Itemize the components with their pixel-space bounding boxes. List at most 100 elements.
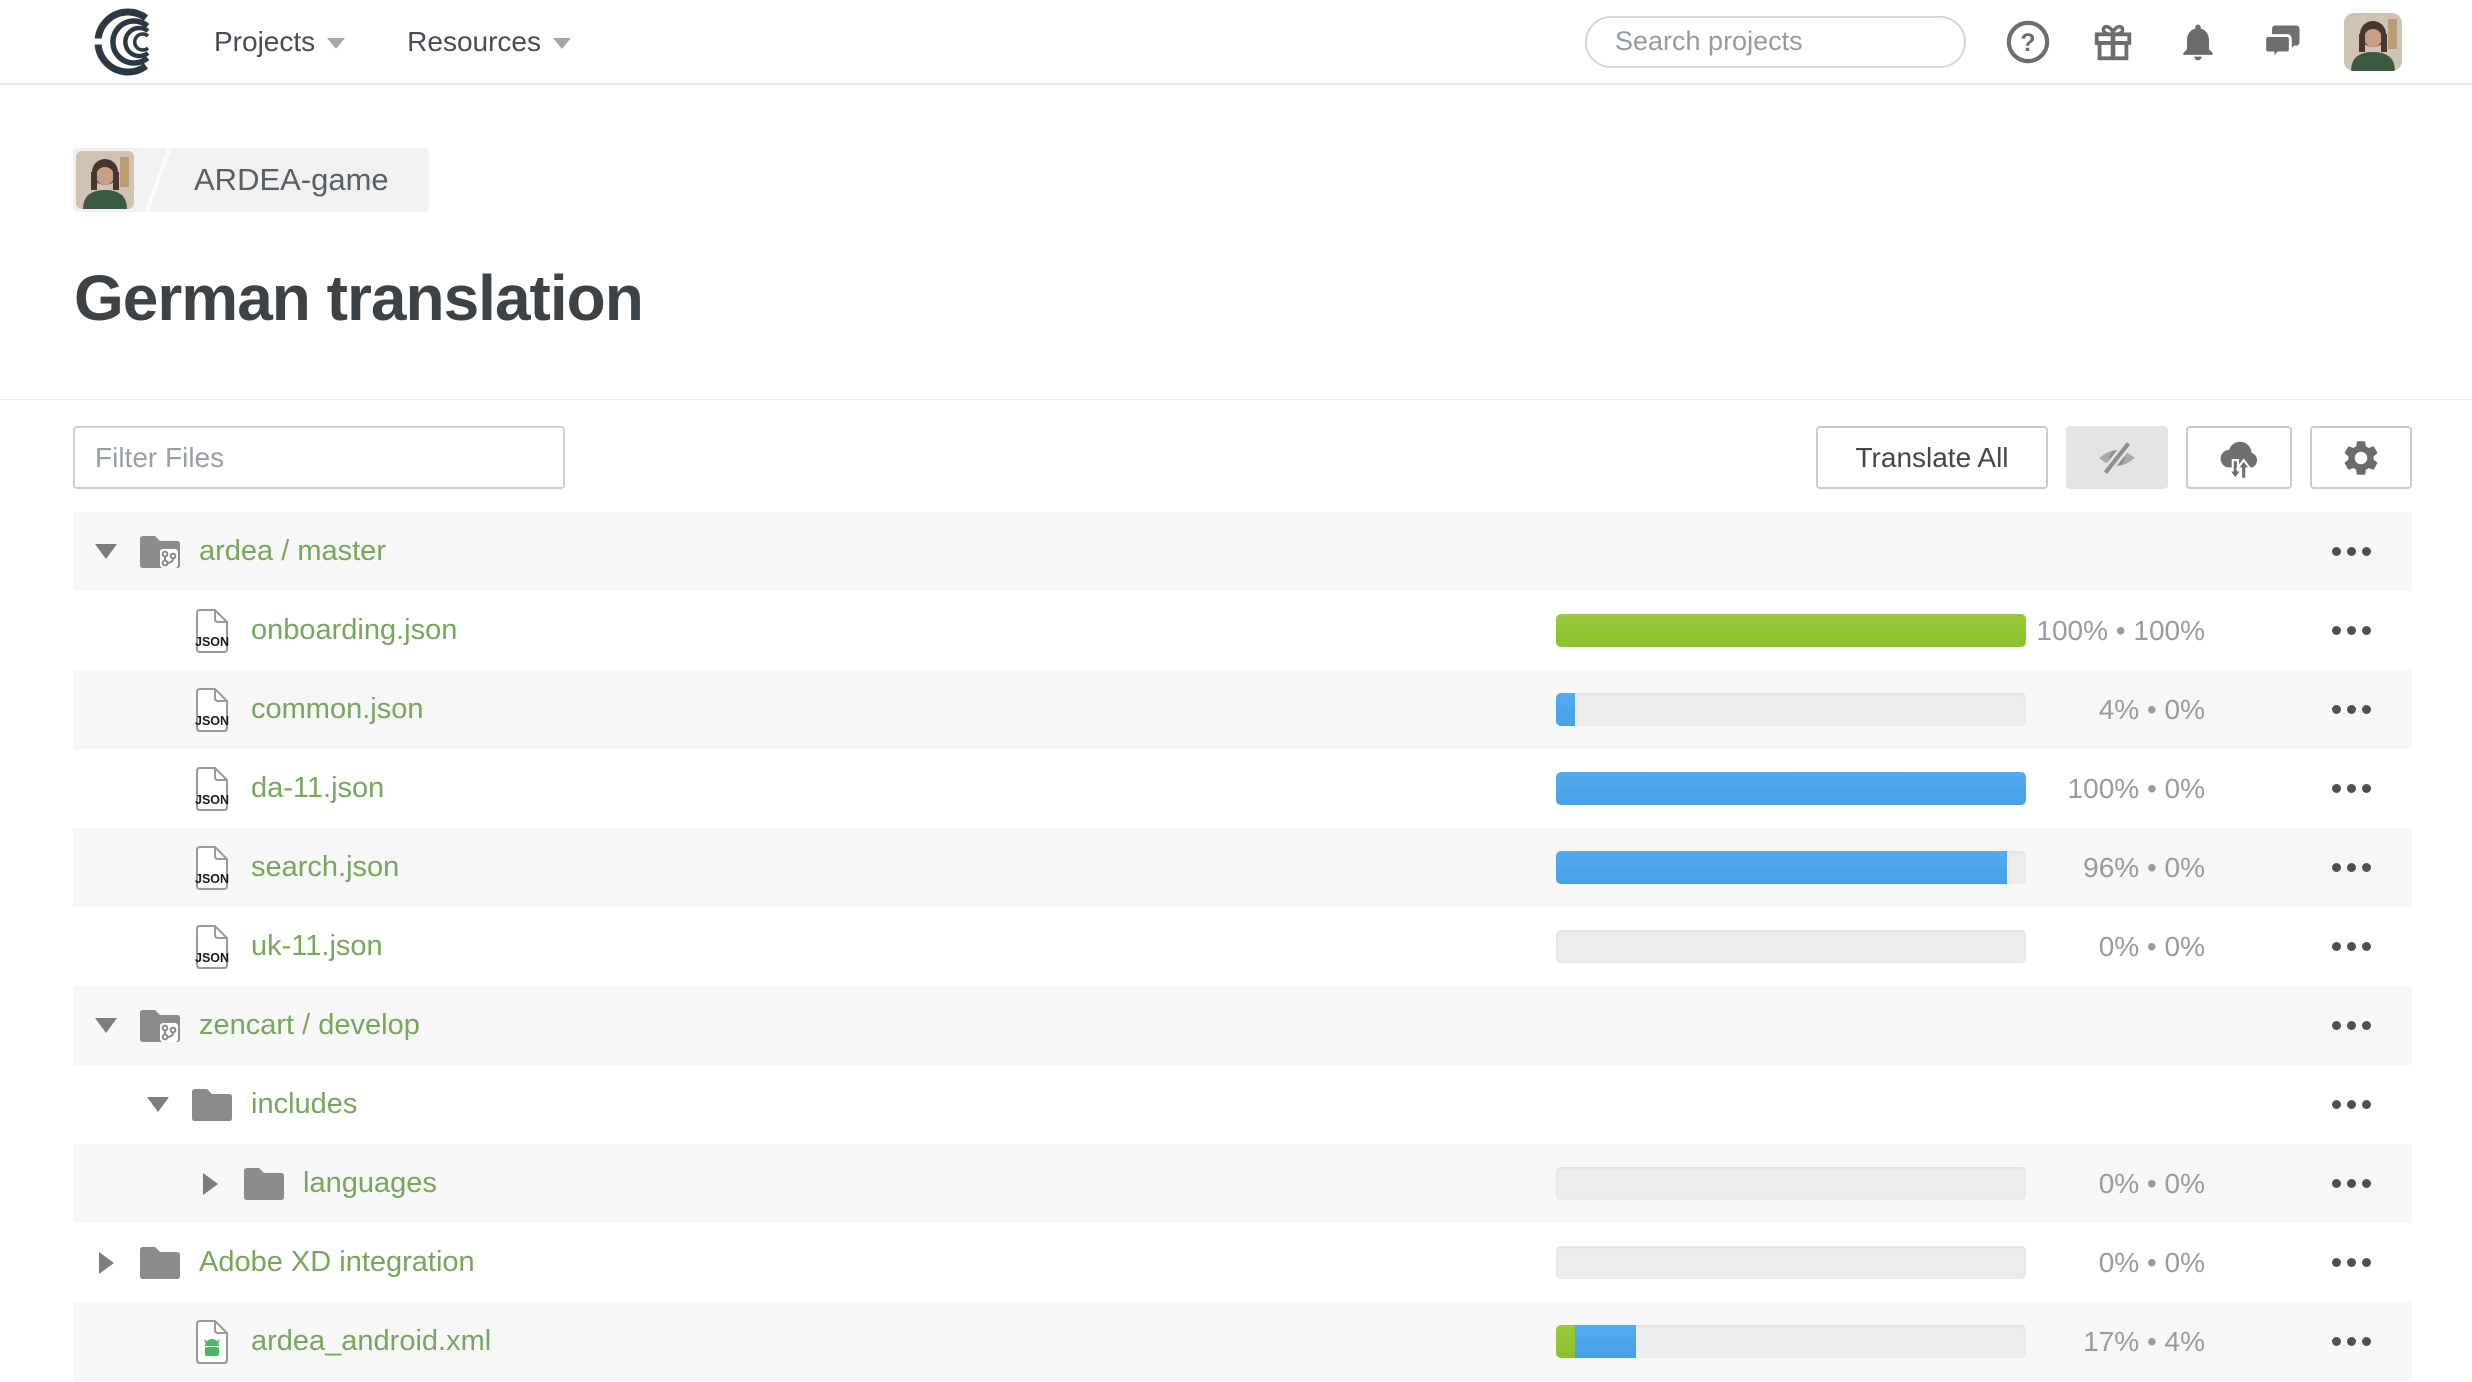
row-icon-slot: JSON <box>187 766 237 812</box>
breadcrumb-project-name: ARDEA-game <box>168 162 429 198</box>
row-name-link[interactable]: includes <box>251 1088 357 1121</box>
row-menu-button[interactable] <box>2332 1223 2371 1302</box>
file-row[interactable]: JSON da-11.json 100% • 0% <box>73 749 2412 828</box>
nav-projects-menu[interactable]: Projects <box>214 26 345 58</box>
row-menu-button[interactable] <box>2332 749 2371 828</box>
row-menu-button[interactable] <box>2332 1144 2371 1223</box>
branch-folder-icon <box>137 533 183 571</box>
messages-button[interactable] <box>2260 19 2306 65</box>
translate-all-button[interactable]: Translate All <box>1816 426 2048 489</box>
row-icon-slot: JSON <box>187 924 237 970</box>
caret-slot <box>95 544 117 559</box>
svg-text:JSON: JSON <box>195 872 229 886</box>
row-icon-slot <box>135 533 185 571</box>
progress-stats: 0% • 0% <box>2099 1223 2205 1302</box>
filter-files-input[interactable] <box>73 426 565 489</box>
settings-button[interactable] <box>2310 426 2412 489</box>
gear-icon <box>2340 437 2382 479</box>
row-name-link[interactable]: zencart / develop <box>199 1009 420 1042</box>
folder-row[interactable]: zencart / develop <box>73 986 2412 1065</box>
hide-completed-button[interactable] <box>2066 426 2168 489</box>
chevron-down-icon <box>327 38 345 49</box>
folder-row[interactable]: Adobe XD integration 0% • 0% <box>73 1223 2412 1302</box>
row-menu-button[interactable] <box>2332 1065 2371 1144</box>
nav-resources-menu[interactable]: Resources <box>407 26 571 58</box>
row-name-link[interactable]: ardea / master <box>199 535 386 568</box>
search-box <box>1585 16 1966 68</box>
row-icon-slot <box>239 1165 289 1203</box>
file-row[interactable]: JSON uk-11.json 0% • 0% <box>73 907 2412 986</box>
progress-translated-segment <box>1575 1325 1636 1358</box>
row-icon-slot <box>187 1319 237 1365</box>
progress-bar <box>1556 614 2026 647</box>
row-name-link[interactable]: Adobe XD integration <box>199 1246 475 1279</box>
help-button[interactable]: ? <box>2005 19 2051 65</box>
folder-row[interactable]: includes <box>73 1065 2412 1144</box>
json-file-icon: JSON <box>194 845 230 891</box>
row-name-link[interactable]: languages <box>303 1167 437 1200</box>
branch-folder-icon <box>137 1007 183 1045</box>
row-name-link[interactable]: ardea_android.xml <box>251 1325 491 1358</box>
row-menu-button[interactable] <box>2332 512 2371 591</box>
caret-down-icon[interactable] <box>147 1097 169 1112</box>
row-name-link[interactable]: onboarding.json <box>251 614 457 647</box>
caret-slot <box>95 1018 117 1033</box>
caret-right-icon[interactable] <box>99 1252 114 1274</box>
progress-bar <box>1556 693 2026 726</box>
file-row[interactable]: JSON onboarding.json 100% • 100% <box>73 591 2412 670</box>
caret-right-icon[interactable] <box>203 1173 218 1195</box>
gift-button[interactable] <box>2090 19 2136 65</box>
files-toolbar: Translate All <box>73 426 2412 489</box>
progress-bar <box>1556 772 2026 805</box>
progress-bar <box>1556 1325 2026 1358</box>
progress-approved-segment <box>1556 1325 1575 1358</box>
json-file-icon: JSON <box>194 924 230 970</box>
file-row[interactable]: JSON search.json 96% • 0% <box>73 828 2412 907</box>
cloud-sync-icon <box>2214 435 2264 481</box>
row-icon-slot <box>187 1086 237 1124</box>
android-file-icon <box>194 1319 230 1365</box>
row-menu-button[interactable] <box>2332 907 2371 986</box>
svg-text:JSON: JSON <box>195 635 229 649</box>
json-file-icon: JSON <box>194 687 230 733</box>
caret-down-icon[interactable] <box>95 544 117 559</box>
file-row[interactable]: JSON common.json 4% • 0% <box>73 670 2412 749</box>
user-avatar[interactable] <box>2344 13 2402 71</box>
json-file-icon: JSON <box>194 608 230 654</box>
section-divider <box>0 399 2472 400</box>
nav-projects-label: Projects <box>214 26 315 58</box>
search-input[interactable] <box>1613 25 1971 58</box>
row-menu-button[interactable] <box>2332 1302 2371 1381</box>
progress-translated-segment <box>1556 772 2026 805</box>
caret-down-icon[interactable] <box>95 1018 117 1033</box>
progress-bar <box>1556 1246 2026 1279</box>
folder-row[interactable]: ardea / master <box>73 512 2412 591</box>
progress-bar <box>1556 930 2026 963</box>
toolbar-buttons: Translate All <box>1816 426 2412 489</box>
sync-files-button[interactable] <box>2186 426 2292 489</box>
nav-resources-label: Resources <box>407 26 541 58</box>
row-name-link[interactable]: search.json <box>251 851 399 884</box>
top-nav: Projects Resources ? <box>0 0 2472 85</box>
notifications-button[interactable] <box>2175 19 2221 65</box>
row-name-link[interactable]: da-11.json <box>251 772 384 805</box>
progress-stats: 100% • 100% <box>2036 591 2205 670</box>
bell-icon <box>2176 20 2220 64</box>
row-menu-button[interactable] <box>2332 828 2371 907</box>
progress-stats: 17% • 4% <box>2083 1302 2205 1381</box>
progress-stats: 100% • 0% <box>2068 749 2205 828</box>
row-icon-slot: JSON <box>187 845 237 891</box>
progress-stats: 0% • 0% <box>2099 1144 2205 1223</box>
file-row[interactable]: ardea_android.xml 17% • 4% <box>73 1302 2412 1381</box>
svg-text:?: ? <box>2020 28 2035 56</box>
folder-row[interactable]: languages 0% • 0% <box>73 1144 2412 1223</box>
app-logo-icon[interactable] <box>88 5 174 79</box>
row-name-link[interactable]: common.json <box>251 693 423 726</box>
svg-text:JSON: JSON <box>195 951 229 965</box>
row-menu-button[interactable] <box>2332 591 2371 670</box>
row-menu-button[interactable] <box>2332 986 2371 1065</box>
chat-icon <box>2261 20 2305 64</box>
breadcrumb[interactable]: ARDEA-game <box>73 148 429 212</box>
row-name-link[interactable]: uk-11.json <box>251 930 383 963</box>
row-menu-button[interactable] <box>2332 670 2371 749</box>
